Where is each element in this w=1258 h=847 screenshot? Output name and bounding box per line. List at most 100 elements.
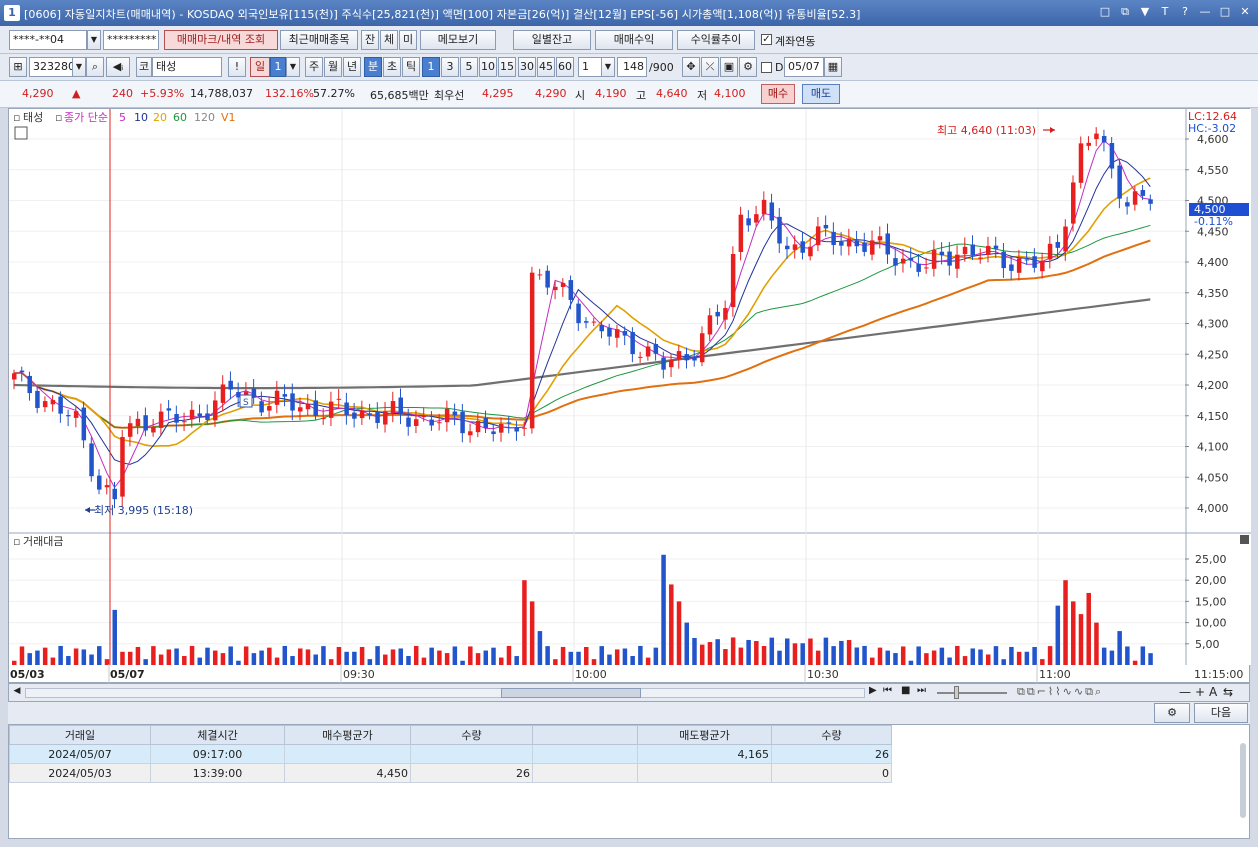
zoom-slider[interactable] [937,692,1007,694]
code-dropdown-icon[interactable]: ▼ [72,57,86,77]
password-input[interactable]: ********* [103,30,159,50]
alert-icon[interactable]: ! [228,57,246,77]
gear-icon[interactable]: ⚙ [739,57,757,77]
chart-type-icon[interactable]: ⊞ [9,57,27,77]
help-icon[interactable]: ? [1178,4,1192,20]
speaker-icon[interactable]: ◀ᵢ [106,57,130,77]
col-buy-avg[interactable]: 매수평균가 [284,725,411,745]
volume-bar [259,650,264,665]
calendar-icon[interactable]: ▦ [824,57,842,77]
d-checkbox[interactable] [761,62,772,73]
candle-body [947,251,952,266]
last-page-icon[interactable]: ⏭ [917,685,926,696]
table-row[interactable]: 2024/05/03 13:39:00 4,450 26 0 [9,763,892,783]
interval-dropdown-icon[interactable]: ▼ [601,57,615,77]
first-page-icon[interactable]: ⏮ [883,685,892,696]
candle-body [792,244,798,250]
scroll-right-icon[interactable]: ▶ [869,685,877,696]
buy-button[interactable]: 매수 [761,84,795,104]
col-date[interactable]: 거래일 [9,725,151,745]
cell-sell-qty: 0 [771,763,892,783]
maximize-icon[interactable]: □ [1218,4,1232,20]
volume-bar [584,646,589,665]
account-input[interactable]: ****-**04 [9,30,87,50]
daily-balance-button[interactable]: 일별잔고 [513,30,591,50]
col-sell-qty[interactable]: 수량 [771,725,892,745]
memo-button[interactable]: 메모보기 [420,30,496,50]
interval-3-button[interactable]: 3 [441,57,459,77]
zoom-in-icon[interactable]: + [1195,685,1205,699]
minimize-icon[interactable]: — [1198,4,1212,20]
col-buy-qty[interactable]: 수량 [410,725,533,745]
chart-panel[interactable]: 4,600 4,550 4,500 4,450 4,400 4,350 4,300 4,250… [8,108,1251,684]
unfilled-mini-button[interactable]: 미 [399,30,417,50]
balance-mini-button[interactable]: 잔 [361,30,379,50]
cell-buy-avg: 4,450 [284,763,411,783]
next-button[interactable]: 다음 [1194,703,1248,723]
grid-gear-icon[interactable]: ⚙ [1154,703,1190,723]
tile-icon[interactable]: ⧉ [1118,4,1132,20]
chart-settings-icon[interactable]: ⇆ [1223,685,1233,699]
count-input[interactable]: 148 [617,57,647,77]
period-dropdown-icon[interactable]: ▼ [286,57,300,77]
period-month-button[interactable]: 월 [324,57,342,77]
period-tick-button[interactable]: 틱 [402,57,420,77]
restore-icon[interactable]: □ [1098,4,1112,20]
font-icon[interactable]: T [1158,4,1172,20]
scroll-left-icon[interactable]: ◀ [11,686,23,699]
search-icon[interactable]: ⌕ [86,57,104,77]
col-time[interactable]: 체결시간 [150,725,285,745]
interval-1-button[interactable]: 1 [422,57,440,77]
col-sell-avg[interactable]: 매도평균가 [637,725,772,745]
stop-icon[interactable]: ■ [901,685,910,696]
interval-input[interactable]: 1 [578,57,602,77]
interval-15-button[interactable]: 15 [498,57,516,77]
candle-body [104,485,110,488]
period-minute-button[interactable]: 분 [364,57,382,77]
interval-45-button[interactable]: 45 [537,57,555,77]
filled-mini-button[interactable]: 체 [380,30,398,50]
volume-bar [808,638,813,665]
account-dropdown-icon[interactable]: ▼ [87,30,101,50]
date-input[interactable]: 05/07 [784,57,824,77]
volume-bar [205,647,210,665]
candle-body [614,329,620,338]
trade-profit-button[interactable]: 매매수익 [595,30,673,50]
volume-bar [638,645,643,665]
period-year-button[interactable]: 년 [343,57,361,77]
save-icon[interactable]: ▣ [720,57,738,77]
price-chart[interactable]: 4,6004,5504,5004,4504,4004,3504,3004,250… [9,109,1251,684]
period-day-count[interactable]: 1 [270,57,286,77]
candle-body [413,419,419,426]
trade-mark-lookup-button[interactable]: 매매마크/내역 조회 [164,30,278,50]
stock-name-field[interactable]: 태성 [152,57,222,77]
grid-scrollbar[interactable] [1240,743,1246,818]
interval-30-button[interactable]: 30 [518,57,536,77]
zoom-out-icon[interactable]: — [1179,685,1191,699]
time-label-1030: 10:30 [807,668,839,681]
period-second-button[interactable]: 초 [383,57,401,77]
trade-history-grid[interactable]: 거래일 체결시간 매수평균가 수량 매도평균가 수량 2024/05/07 09… [8,724,1250,839]
interval-10-button[interactable]: 10 [479,57,497,77]
pin-icon[interactable]: ▼ [1138,4,1152,20]
candle-body [785,245,790,250]
scrollbar-track[interactable] [25,688,865,698]
text-tool-icon[interactable]: A [1209,685,1217,699]
recent-trades-button[interactable]: 최근매매종목 [280,30,358,50]
stock-code-input[interactable]: 323280 [29,57,73,77]
draw-tool-icon[interactable]: ⤫ [701,57,719,77]
profit-trend-button[interactable]: 수익률추이 [677,30,755,50]
drawing-tools-icon[interactable]: ⧉⧉⌐⌇⌇∿∿⧉⌕ [1017,685,1103,699]
sell-button[interactable]: 매도 [802,84,840,104]
zoom-slider-handle[interactable] [954,686,959,699]
interval-60-button[interactable]: 60 [556,57,574,77]
period-week-button[interactable]: 주 [305,57,323,77]
table-row[interactable]: 2024/05/07 09:17:00 4,165 26 [9,744,892,764]
crosshair-icon[interactable]: ✥ [682,57,700,77]
close-icon[interactable]: ✕ [1238,4,1252,20]
candle-body [390,401,396,413]
interval-5-button[interactable]: 5 [460,57,478,77]
period-day-button[interactable]: 일 [250,57,270,77]
account-link-checkbox[interactable]: ✓ [761,34,772,45]
scrollbar-thumb[interactable] [501,688,641,698]
